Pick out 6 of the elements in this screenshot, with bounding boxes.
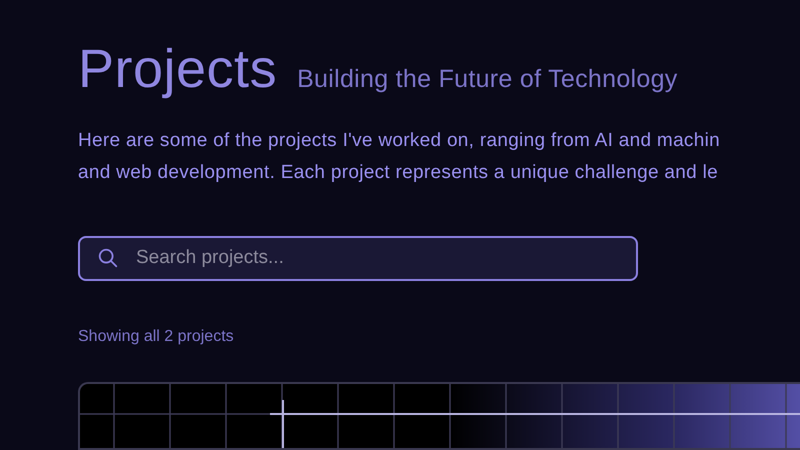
intro-text: Here are some of the projects I've worked on, ranging from AI and machin	[78, 130, 721, 152]
search-field[interactable]: Search projects...	[78, 236, 638, 281]
page-title: Projects	[78, 38, 278, 100]
intro-text: and web development. Each project represents a unique challenge and le	[78, 162, 719, 184]
page-subtitle: Building the Future of Technology	[297, 65, 678, 94]
result-count: Showing all 2 projects	[78, 328, 235, 346]
